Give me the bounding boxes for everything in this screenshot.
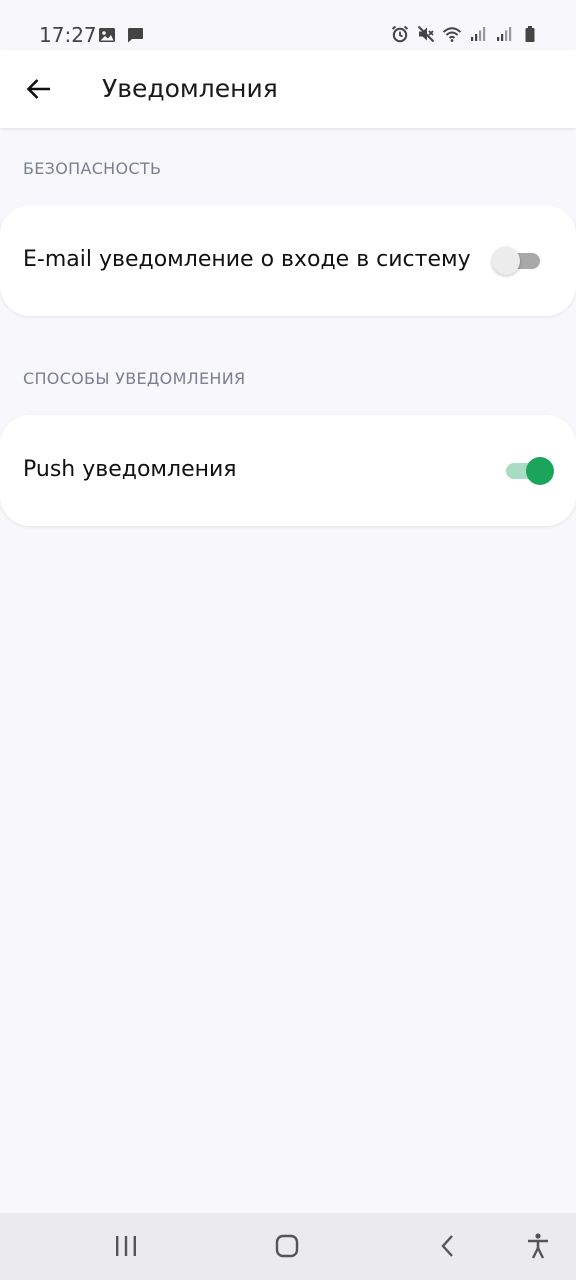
mute-icon <box>417 25 435 43</box>
signal-icon <box>471 27 486 41</box>
home-button[interactable] <box>267 1229 307 1263</box>
email-login-notification-label: E-mail уведомление о входе в систему <box>23 247 471 272</box>
section-header-notification-methods: СПОСОБЫ УВЕДОМЛЕНИЯ <box>23 369 246 388</box>
system-back-button[interactable] <box>428 1229 468 1263</box>
status-bar: 17:27 <box>0 0 576 50</box>
accessibility-button[interactable] <box>518 1229 558 1263</box>
page-title: Уведомления <box>102 74 278 103</box>
status-time: 17:27 <box>39 23 97 47</box>
toggle-thumb <box>492 247 520 275</box>
status-right-icons <box>390 24 540 44</box>
home-icon <box>275 1234 299 1258</box>
back-icon <box>441 1235 453 1257</box>
back-button[interactable] <box>20 70 58 108</box>
status-left-icons <box>97 25 145 45</box>
app-bar: Уведомления <box>0 50 576 128</box>
wifi-icon <box>442 27 462 42</box>
push-notifications-toggle[interactable] <box>506 455 554 485</box>
system-navigation-bar <box>0 1213 576 1280</box>
push-notifications-label: Push уведомления <box>23 457 237 482</box>
recents-button[interactable] <box>106 1229 146 1263</box>
battery-icon <box>525 26 535 42</box>
arrow-left-icon <box>26 79 50 99</box>
recents-icon <box>116 1236 136 1256</box>
toggle-thumb <box>526 457 554 485</box>
image-icon <box>99 28 115 42</box>
section-header-security: БЕЗОПАСНОСТЬ <box>23 159 162 178</box>
message-icon <box>128 28 143 43</box>
accessibility-icon <box>528 1233 548 1259</box>
signal-icon <box>497 27 512 41</box>
alarm-icon <box>391 25 409 43</box>
email-login-notification-toggle[interactable] <box>492 245 540 275</box>
email-login-notification-row[interactable]: E-mail уведомление о входе в систему <box>0 205 576 316</box>
push-notifications-row[interactable]: Push уведомления <box>0 415 576 526</box>
notifications-screen: 17:27 Уведомления БЕЗОПАСНОСТЬ E-mail ув… <box>0 0 576 1280</box>
